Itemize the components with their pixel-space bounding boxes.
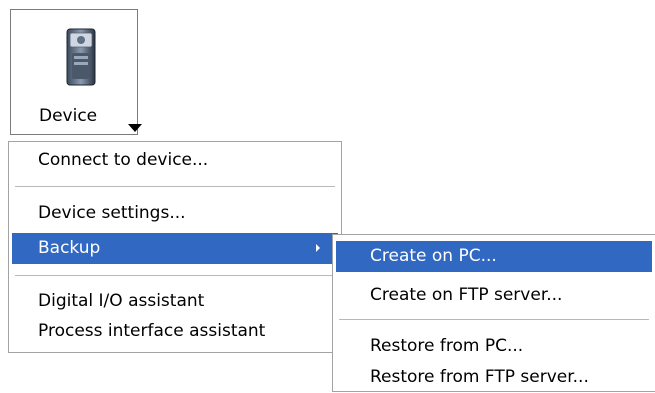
- menu-item-connect-to-device[interactable]: Connect to device...: [12, 145, 338, 176]
- submenu-item-label: Restore from FTP server...: [370, 367, 589, 387]
- submenu-item-restore-from-pc[interactable]: Restore from PC...: [336, 331, 652, 362]
- chevron-down-icon[interactable]: [128, 123, 142, 133]
- menu-separator: [339, 319, 649, 320]
- submenu-item-create-on-pc[interactable]: Create on PC...: [336, 241, 652, 272]
- submenu-item-label: Create on FTP server...: [370, 285, 563, 305]
- menu-item-label: Device settings...: [38, 203, 186, 223]
- menu-item-label: Digital I/O assistant: [38, 291, 205, 311]
- submenu-arrow-icon: [316, 244, 320, 252]
- menu-item-label: Backup: [38, 238, 101, 258]
- menu-item-device-settings[interactable]: Device settings...: [12, 198, 338, 229]
- submenu-item-label: Create on PC...: [370, 246, 497, 266]
- device-button[interactable]: Device: [10, 9, 142, 135]
- menu-separator: [15, 275, 335, 276]
- menu-item-process-interface-assistant[interactable]: Process interface assistant: [12, 316, 338, 347]
- menu-item-label: Connect to device...: [38, 150, 209, 170]
- menu-item-backup[interactable]: Backup: [12, 233, 338, 264]
- submenu-item-label: Restore from PC...: [370, 336, 524, 356]
- submenu-item-create-on-ftp-server[interactable]: Create on FTP server...: [336, 280, 652, 311]
- menu-item-label: Process interface assistant: [38, 321, 266, 341]
- backup-submenu: Create on PC... Create on FTP server... …: [332, 234, 655, 392]
- menu-item-digital-io-assistant[interactable]: Digital I/O assistant: [12, 286, 338, 317]
- submenu-item-restore-from-ftp-server[interactable]: Restore from FTP server...: [336, 362, 652, 393]
- device-menu: Connect to device... Device settings... …: [8, 141, 342, 353]
- device-camera-icon: [66, 28, 96, 86]
- device-button-label: Device: [39, 106, 98, 126]
- menu-separator: [15, 186, 335, 187]
